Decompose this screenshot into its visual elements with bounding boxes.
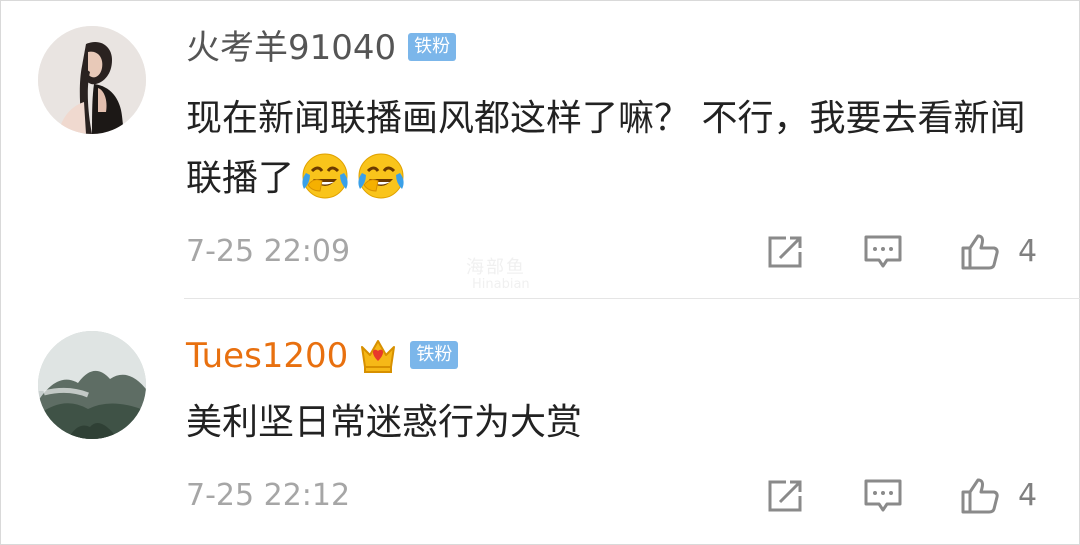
comment-body: 美利坚日常迷惑行为大赏	[186, 402, 583, 443]
username-text[interactable]: Tues1200	[186, 336, 348, 376]
avatar-image	[38, 331, 146, 439]
like-button[interactable]	[960, 234, 1000, 270]
share-icon	[768, 480, 802, 512]
comment-text: 美利坚日常迷惑行为大赏	[186, 393, 1036, 453]
username[interactable]: Tues1200 铁粉	[186, 334, 459, 378]
fan-badge[interactable]: 铁粉	[408, 32, 457, 61]
watermark-logo: 海部鱼 Hinabian	[466, 253, 616, 297]
watermark-text: 海部鱼	[466, 257, 526, 278]
fan-badge[interactable]: 铁粉	[410, 340, 459, 369]
thumbs-up-icon	[961, 478, 999, 514]
username[interactable]: 火考羊91040 铁粉	[186, 26, 457, 70]
thumbs-up-icon	[961, 234, 999, 270]
laughing-crying-emoji-icon	[356, 151, 406, 201]
share-button[interactable]	[766, 234, 806, 270]
username-text[interactable]: 火考羊91040	[186, 28, 396, 68]
like-count: 4	[1018, 478, 1038, 513]
comment-item: Tues1200 铁粉 美利坚日常迷惑行为大赏 7-25 22:12 4	[0, 300, 1080, 545]
comment-icon	[864, 479, 902, 512]
comment-text: 现在新闻联播画风都这样了嘛？ 不行，我要去看新闻联播了	[186, 89, 1036, 209]
share-button[interactable]	[766, 478, 806, 514]
like-count: 4	[1018, 234, 1038, 269]
like-button[interactable]	[960, 478, 1000, 514]
comment-button[interactable]	[863, 234, 903, 270]
divider	[184, 298, 1080, 299]
laughing-crying-emoji-icon	[300, 151, 350, 201]
avatar-image	[38, 26, 146, 134]
comment-button[interactable]	[863, 478, 903, 514]
comment-icon	[864, 235, 902, 268]
comment-actions: 4	[0, 476, 1080, 516]
share-icon	[768, 236, 802, 268]
watermark-subtext: Hinabian	[472, 277, 530, 292]
avatar[interactable]	[38, 331, 146, 439]
avatar[interactable]	[38, 26, 146, 134]
vip-crown-icon	[358, 335, 398, 375]
